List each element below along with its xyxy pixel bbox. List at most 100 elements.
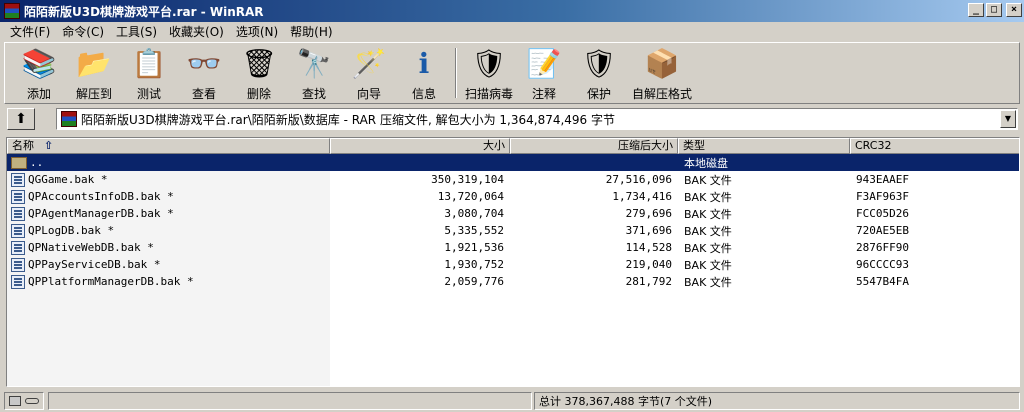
bak-file-icon xyxy=(11,223,25,238)
row-size: 2,059,776 xyxy=(444,275,504,288)
sfx-label: 自解压格式 xyxy=(631,87,692,101)
window-controls: _ □ × xyxy=(968,3,1022,17)
up-folder-button[interactable]: ⬆ xyxy=(7,108,35,130)
extract-to-button[interactable]: 📂 解压到 xyxy=(68,46,120,102)
row-crc: 2876FF90 xyxy=(856,241,909,254)
menu-help[interactable]: 帮助(H) xyxy=(284,23,338,40)
comment-button[interactable]: 📝 注释 xyxy=(518,46,570,102)
wizard-icon: 🪄 xyxy=(351,47,387,80)
table-row[interactable]: QPNativeWebDB.bak * 1,921,536 114,528 BA… xyxy=(7,239,1019,256)
key-icon[interactable] xyxy=(25,398,39,404)
table-row[interactable]: QPAgentManagerDB.bak * 3,080,704 279,696… xyxy=(7,205,1019,222)
bak-file-icon xyxy=(11,189,25,204)
find-label: 查找 xyxy=(301,87,326,101)
chevron-down-icon: ▼ xyxy=(1004,114,1012,123)
add-label: 添加 xyxy=(26,87,51,101)
row-size: 1,921,536 xyxy=(444,241,504,254)
delete-label: 删除 xyxy=(246,87,271,101)
status-selection-panel xyxy=(48,392,532,410)
address-row: ⬆ 陌陌新版U3D棋牌游戏平台.rar\陌陌新版\数据库 - RAR 压缩文件,… xyxy=(4,106,1020,132)
view-icon: 👓 xyxy=(186,47,222,80)
add-button[interactable]: 📚 添加 xyxy=(13,46,65,102)
table-row[interactable]: QGGame.bak * 350,319,104 27,516,096 BAK … xyxy=(7,171,1019,188)
close-button[interactable]: × xyxy=(1006,3,1022,17)
table-row[interactable]: QPLogDB.bak * 5,335,552 371,696 BAK 文件 7… xyxy=(7,222,1019,239)
menu-commands[interactable]: 命令(C) xyxy=(56,23,110,40)
row-type: 本地磁盘 xyxy=(684,156,728,170)
sfx-icon: 📦 xyxy=(644,47,680,80)
row-type: BAK 文件 xyxy=(684,258,732,272)
test-button[interactable]: 📋 测试 xyxy=(123,46,175,102)
row-crc: 943EAAEF xyxy=(856,173,909,186)
test-icon: 📋 xyxy=(131,47,167,80)
row-packed: 279,696 xyxy=(625,207,672,220)
row-name: QPAccountsInfoDB.bak * xyxy=(28,190,174,203)
table-row[interactable]: QPPayServiceDB.bak * 1,930,752 219,040 B… xyxy=(7,256,1019,273)
row-type: BAK 文件 xyxy=(684,190,732,204)
row-size: 3,080,704 xyxy=(444,207,504,220)
virus-scan-button[interactable]: 🛡 扫描病毒 xyxy=(463,46,515,102)
row-type: BAK 文件 xyxy=(684,241,732,255)
menu-file[interactable]: 文件(F) xyxy=(4,23,56,40)
status-bar: 总计 378,367,488 字节(7 个文件) xyxy=(0,390,1024,412)
menu-tools[interactable]: 工具(S) xyxy=(110,23,163,40)
row-crc: F3AF963F xyxy=(856,190,909,203)
row-name: .. xyxy=(30,156,44,169)
view-label: 查看 xyxy=(191,87,216,101)
column-header-type[interactable]: 类型 xyxy=(678,138,850,154)
row-type: BAK 文件 xyxy=(684,275,732,289)
row-name: QPNativeWebDB.bak * xyxy=(28,241,154,254)
table-row[interactable]: QPAccountsInfoDB.bak * 13,720,064 1,734,… xyxy=(7,188,1019,205)
protect-button[interactable]: 🛡 保护 xyxy=(573,46,625,102)
info-button[interactable]: ℹ 信息 xyxy=(398,46,450,102)
view-button[interactable]: 👓 查看 xyxy=(178,46,230,102)
row-crc: 5547B4FA xyxy=(856,275,909,288)
row-packed: 27,516,096 xyxy=(605,173,672,186)
table-row[interactable]: QPPlatformManagerDB.bak * 2,059,776 281,… xyxy=(7,273,1019,290)
menu-options[interactable]: 选项(N) xyxy=(230,23,284,40)
column-header-crc[interactable]: CRC32 xyxy=(850,138,1019,154)
file-list[interactable]: 名称 ⇧ 大小 压缩后大小 类型 CRC32 .. 本地磁盘 QGGame.bak… xyxy=(6,137,1020,387)
find-button[interactable]: 🔭 查找 xyxy=(288,46,340,102)
row-packed: 1,734,416 xyxy=(612,190,672,203)
menu-favorites[interactable]: 收藏夹(O) xyxy=(163,23,230,40)
sort-up-arrow-icon: ⇧ xyxy=(44,139,54,152)
sfx-button[interactable]: 📦 自解压格式 xyxy=(628,46,696,102)
path-combobox[interactable]: 陌陌新版U3D棋牌游戏平台.rar\陌陌新版\数据库 - RAR 压缩文件, 解… xyxy=(56,108,1018,130)
column-header-size[interactable]: 大小 xyxy=(330,138,510,154)
folder-icon xyxy=(11,156,27,169)
virus-scan-label: 扫描病毒 xyxy=(464,87,513,101)
row-packed: 219,040 xyxy=(625,258,672,271)
column-header-name[interactable]: 名称 ⇧ xyxy=(7,138,330,154)
delete-icon: 🗑 xyxy=(241,47,277,80)
status-total-text: 总计 378,367,488 字节(7 个文件) xyxy=(539,395,713,408)
up-arrow-icon: ⬆ xyxy=(15,111,27,127)
row-size: 13,720,064 xyxy=(437,190,504,203)
row-packed: 281,792 xyxy=(625,275,672,288)
row-crc: 96CCCC93 xyxy=(856,258,909,271)
row-type: BAK 文件 xyxy=(684,224,732,238)
maximize-button[interactable]: □ xyxy=(986,3,1002,17)
protect-icon: 🛡 xyxy=(581,47,617,80)
row-size: 5,335,552 xyxy=(444,224,504,237)
add-icon: 📚 xyxy=(21,47,57,80)
comment-label: 注释 xyxy=(531,87,556,101)
title-bar: 陌陌新版U3D棋牌游戏平台.rar - WinRAR _ □ × xyxy=(0,0,1024,22)
info-icon: ℹ xyxy=(418,47,430,80)
extract-to-label: 解压到 xyxy=(75,87,112,101)
drive-icon[interactable] xyxy=(9,396,21,406)
row-crc: 720AE5EB xyxy=(856,224,909,237)
delete-button[interactable]: 🗑 删除 xyxy=(233,46,285,102)
row-type: BAK 文件 xyxy=(684,173,732,187)
wizard-button[interactable]: 🪄 向导 xyxy=(343,46,395,102)
bak-file-icon xyxy=(11,240,25,255)
path-dropdown-button[interactable]: ▼ xyxy=(1000,110,1016,128)
minimize-button[interactable]: _ xyxy=(968,3,984,17)
table-row-parent-folder[interactable]: .. 本地磁盘 xyxy=(7,154,1019,171)
rows-container: .. 本地磁盘 QGGame.bak * 350,319,104 27,516,… xyxy=(7,154,1019,290)
path-text: 陌陌新版U3D棋牌游戏平台.rar\陌陌新版\数据库 - RAR 压缩文件, 解… xyxy=(81,112,616,127)
column-header-packed[interactable]: 压缩后大小 xyxy=(510,138,678,154)
row-size: 1,930,752 xyxy=(444,258,504,271)
virus-scan-icon: 🛡 xyxy=(471,47,507,80)
window-title: 陌陌新版U3D棋牌游戏平台.rar - WinRAR xyxy=(24,4,264,19)
